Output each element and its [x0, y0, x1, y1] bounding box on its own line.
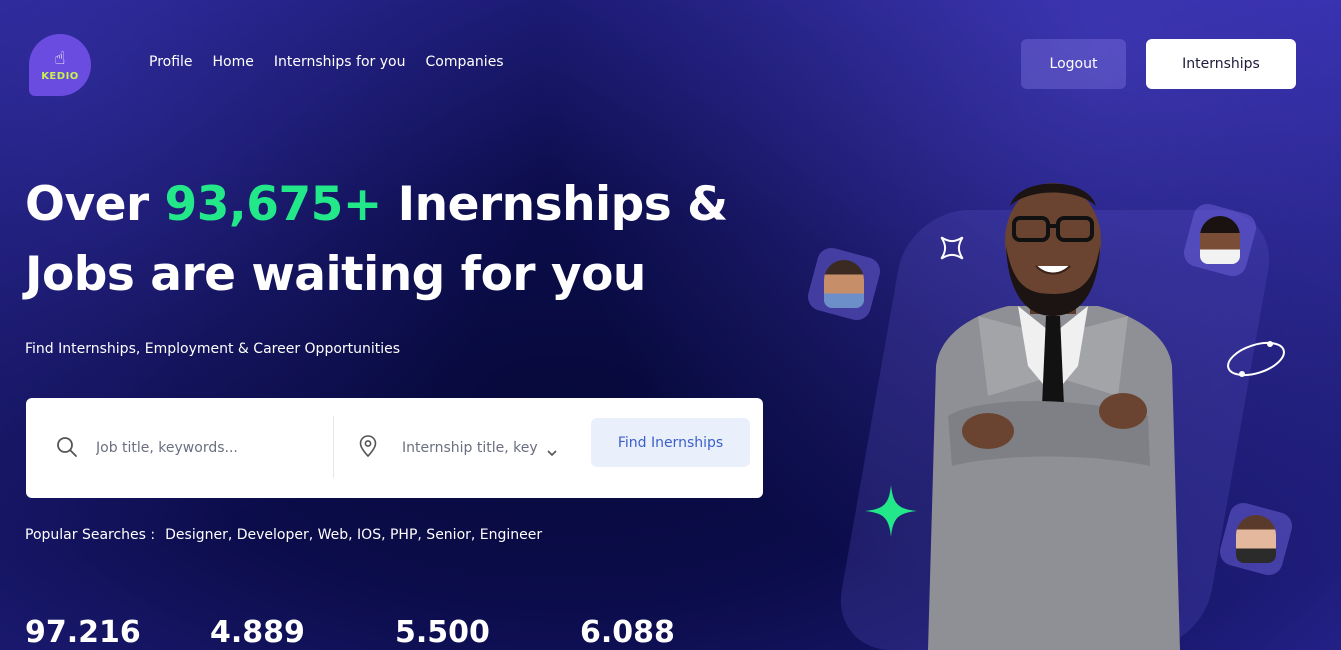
stat-value: 97.216 — [25, 615, 141, 650]
sparkle-icon — [865, 485, 917, 537]
search-box: Find Inernships — [26, 398, 763, 498]
stat-value: 5.500 — [395, 615, 490, 650]
logout-button[interactable]: Logout — [1021, 39, 1126, 89]
hand-pointer-icon: ☝ — [54, 48, 66, 69]
stat-value: 6.088 — [580, 615, 675, 650]
location-input[interactable] — [400, 432, 554, 464]
avatar — [1216, 499, 1296, 579]
popular-searches: Popular Searches : Designer, Developer, … — [25, 527, 542, 543]
search-divider — [333, 416, 334, 478]
stat-value: 4.889 — [210, 615, 305, 650]
ring-icon — [1227, 341, 1285, 377]
search-icon — [56, 436, 78, 462]
nav-home[interactable]: Home — [213, 54, 254, 70]
logo[interactable]: ☝ KEDIO — [29, 34, 91, 96]
keyword-input[interactable] — [94, 432, 318, 464]
popular-search-terms[interactable]: Designer, Developer, Web, IOS, PHP, Seni… — [165, 527, 542, 543]
headline-number: 93,675+ — [164, 177, 383, 232]
nav-profile[interactable]: Profile — [149, 54, 193, 70]
hero-headline: Over 93,675+ Inernships & Jobs are waiti… — [25, 170, 805, 310]
hero-person-image — [928, 183, 1180, 650]
location-pin-icon — [359, 435, 377, 461]
nav-internships-for-you[interactable]: Internships for you — [274, 54, 406, 70]
nav-companies[interactable]: Companies — [425, 54, 503, 70]
popular-searches-label: Popular Searches : — [25, 527, 156, 543]
headline-text-before: Over — [25, 177, 165, 232]
logo-text: KEDIO — [41, 71, 79, 82]
avatar — [804, 244, 884, 324]
find-internships-button[interactable]: Find Inernships — [591, 418, 750, 467]
stats-row: 97.216 4.889 5.500 6.088 — [25, 615, 765, 650]
main-nav: Profile Home Internships for you Compani… — [149, 54, 504, 70]
internships-button[interactable]: Internships — [1146, 39, 1296, 89]
chevron-down-icon[interactable] — [546, 442, 558, 461]
hero-subheading: Find Internships, Employment & Career Op… — [25, 341, 401, 357]
